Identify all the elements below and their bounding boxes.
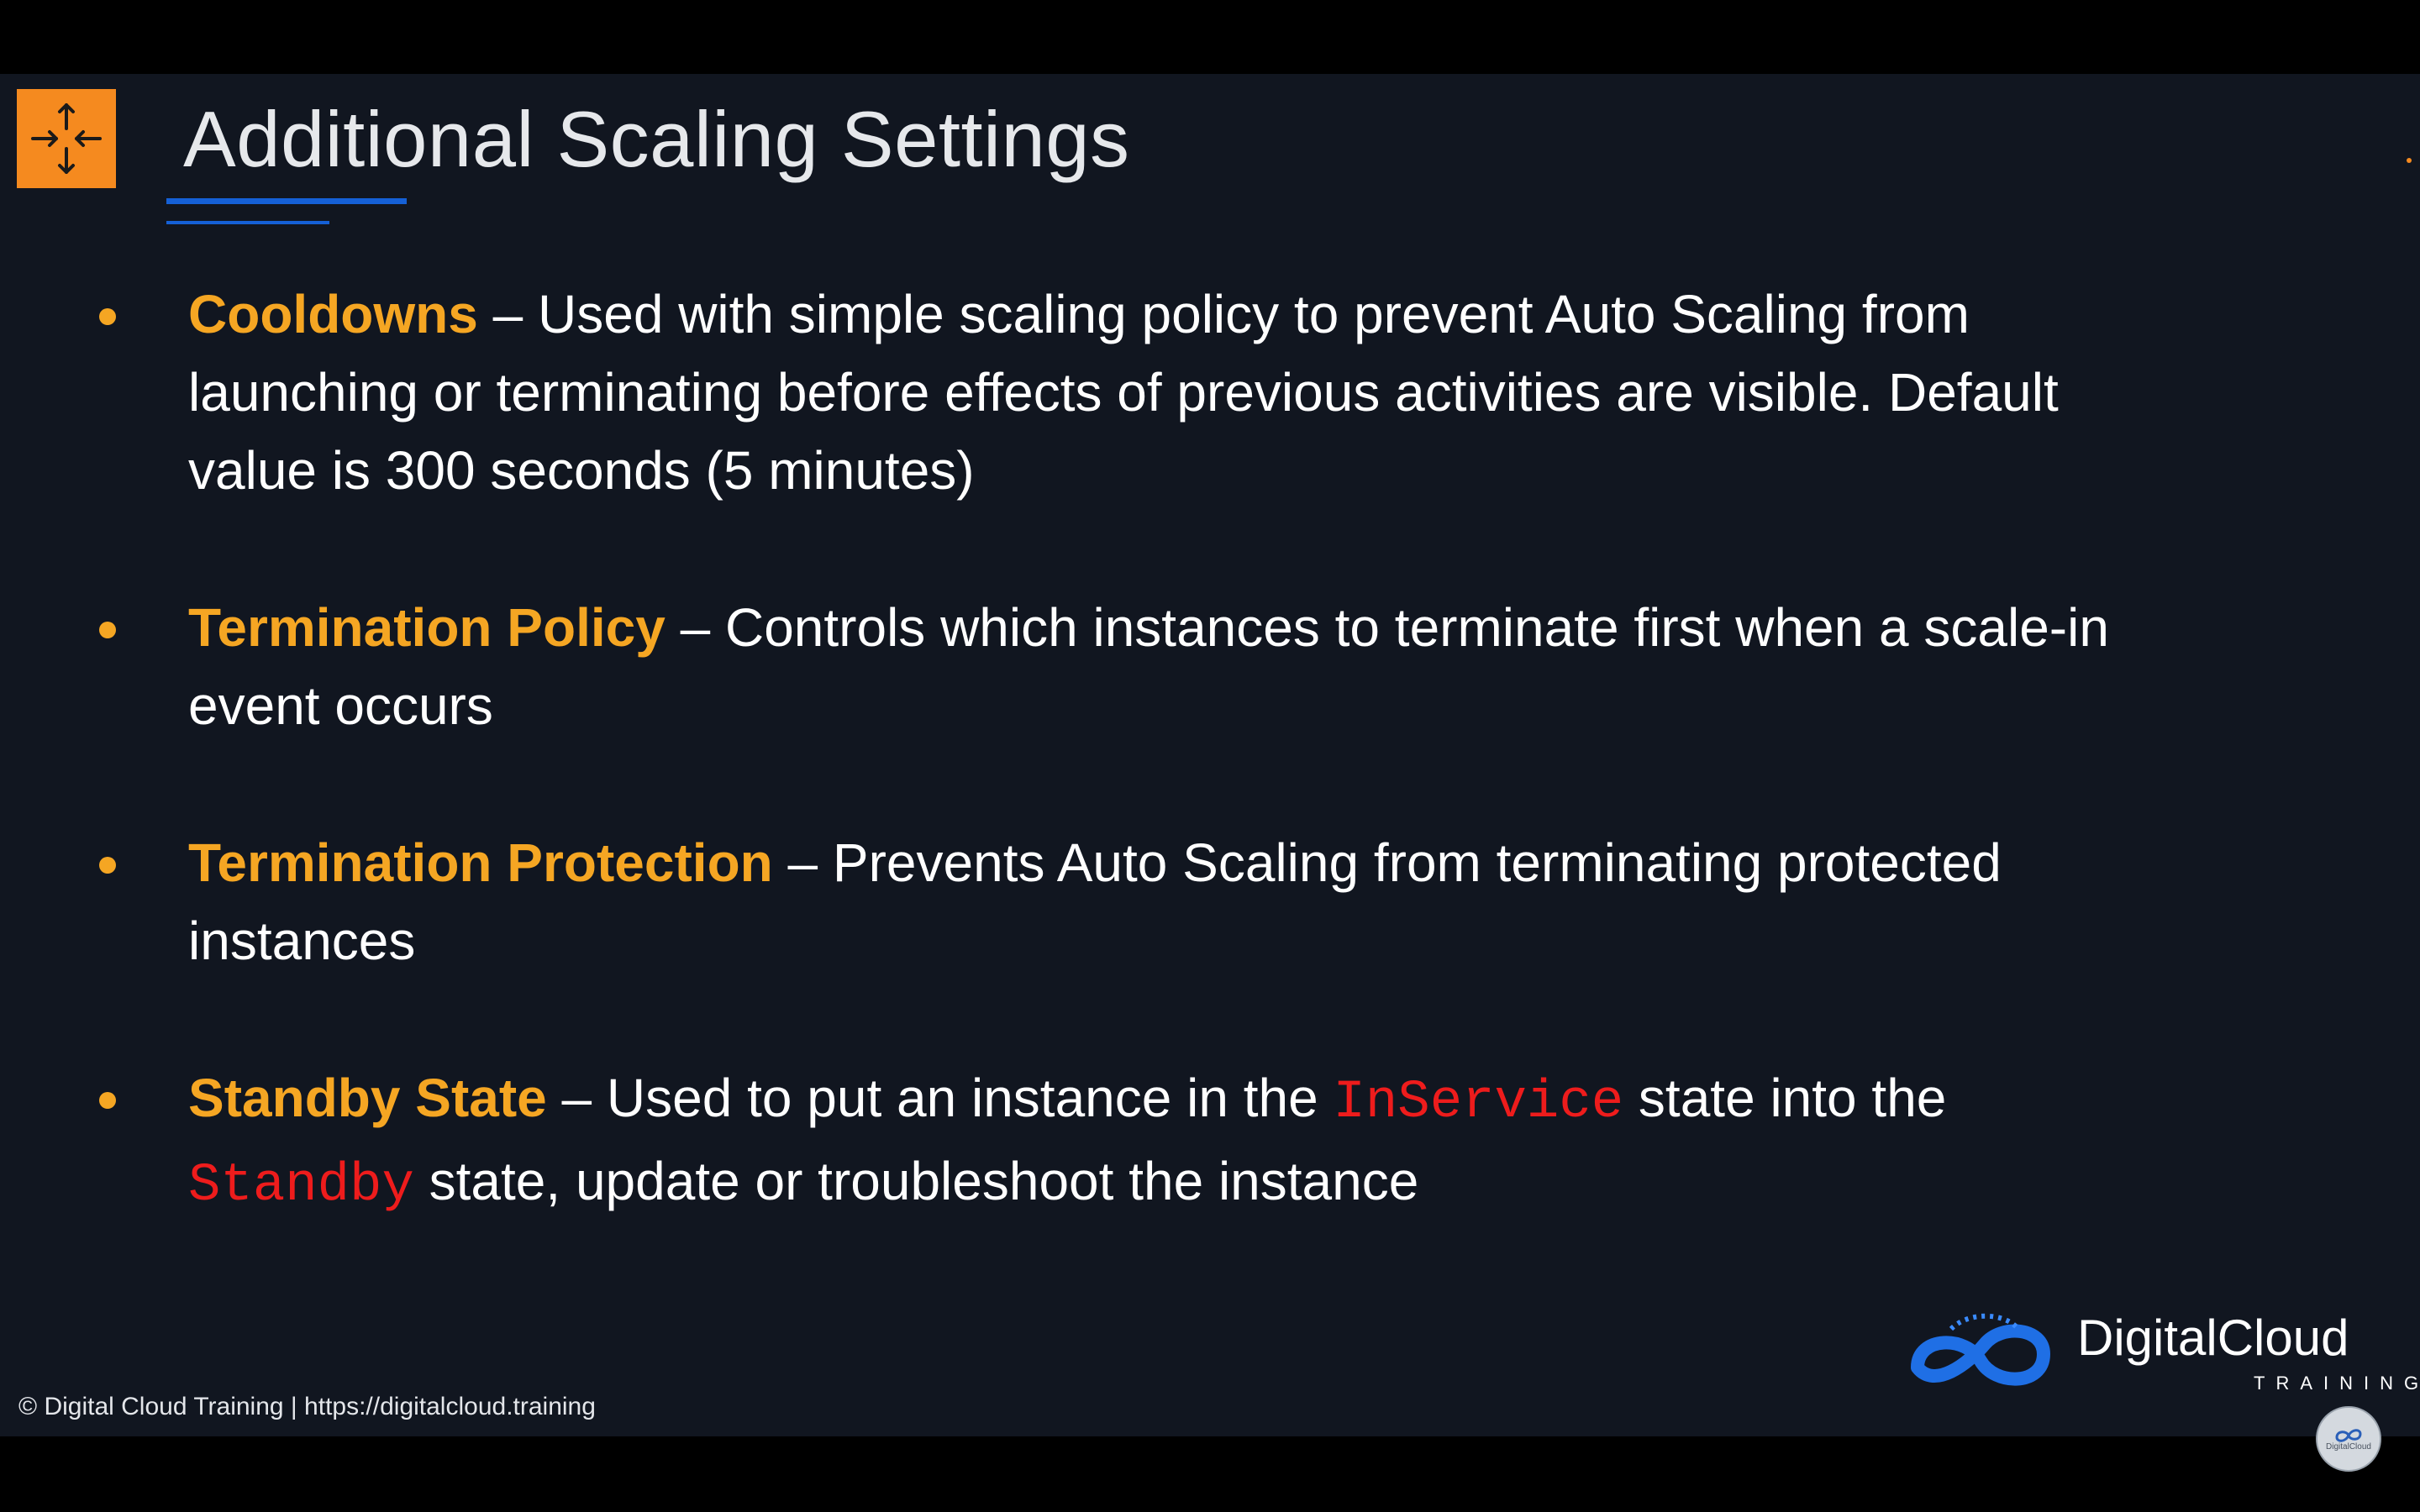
bullet-dot xyxy=(99,1092,116,1109)
bullet-standby-state: Standby State – Used to put an instance … xyxy=(99,1059,2133,1226)
auto-scaling-logo xyxy=(17,89,116,188)
auto-scaling-arrows-icon xyxy=(31,103,102,174)
bullet-term: Termination Protection xyxy=(188,832,773,893)
bullet-term: Cooldowns xyxy=(188,284,478,344)
brand-name: DigitalCloud xyxy=(2077,1310,2349,1366)
bullet-text: state, update or troubleshoot the instan… xyxy=(413,1151,1419,1211)
bullet-list: Cooldowns – Used with simple scaling pol… xyxy=(99,276,2133,1305)
channel-avatar[interactable]: DigitalCloud xyxy=(2316,1406,2381,1472)
infinity-cloud-icon xyxy=(1911,1313,2050,1386)
inservice-code: InService xyxy=(1333,1073,1624,1133)
title-underline xyxy=(166,198,407,204)
bullet-term: Standby State xyxy=(188,1068,547,1128)
bullet-dot xyxy=(99,857,116,874)
avatar-label: DigitalCloud xyxy=(2326,1441,2371,1452)
infinity-icon xyxy=(2335,1428,2362,1442)
bullet-cooldowns: Cooldowns – Used with simple scaling pol… xyxy=(99,276,2133,510)
slide-title: Additional Scaling Settings xyxy=(183,95,1130,183)
bullet-termination-policy: Termination Policy – Controls which inst… xyxy=(99,589,2133,745)
footer-copyright: © Digital Cloud Training | https://digit… xyxy=(18,1393,596,1420)
bullet-dot xyxy=(99,622,116,638)
bullet-termination-protection: Termination Protection – Prevents Auto S… xyxy=(99,824,2133,980)
bullet-text: – Used to put an instance in the xyxy=(546,1068,1334,1128)
standby-code: Standby xyxy=(188,1156,414,1216)
brand-logo: DigitalCloud TRAINING xyxy=(1901,1302,2418,1403)
title-underline-secondary xyxy=(166,221,329,224)
bullet-term: Termination Policy xyxy=(188,597,666,658)
bullet-text: state into the xyxy=(1623,1068,1947,1128)
corner-marker xyxy=(2407,158,2412,163)
slide: Additional Scaling Settings Cooldowns – … xyxy=(0,74,2420,1436)
brand-tagline: TRAINING xyxy=(2254,1373,2420,1394)
bullet-dot xyxy=(99,308,116,325)
